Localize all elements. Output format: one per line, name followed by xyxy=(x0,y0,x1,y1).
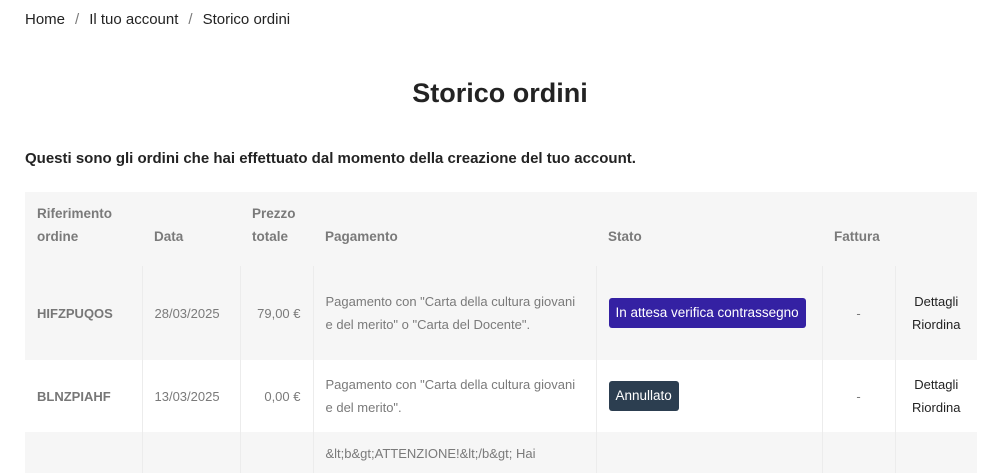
order-date: 13/03/2025 xyxy=(142,360,241,432)
order-reference: BLNZPIAHF xyxy=(25,360,143,432)
order-status-cell: In attesa verifica contrassegno xyxy=(596,266,823,360)
table-header: Riferimento ordine Data Prezzo totale Paga… xyxy=(25,192,977,266)
intro-text: Questi sono gli ordini che hai effettuat… xyxy=(25,150,636,167)
breadcrumb: Home / Il tuo account / Storico ordini xyxy=(25,11,290,28)
order-actions: Dettagli Riordina xyxy=(895,266,977,360)
order-price xyxy=(240,432,314,473)
header-actions xyxy=(895,192,977,266)
breadcrumb-current: Storico ordini xyxy=(202,11,291,28)
order-actions xyxy=(895,432,977,473)
order-payment: &lt;b&gt;ATTENZIONE!&lt;/b&gt; Hai xyxy=(313,432,597,473)
order-payment: Pagamento con "Carta della cultura giova… xyxy=(313,360,597,432)
breadcrumb-account[interactable]: Il tuo account xyxy=(89,11,178,28)
order-price: 79,00 € xyxy=(240,266,314,360)
order-actions: Dettagli Riordina xyxy=(895,360,977,432)
page-title: Storico ordini xyxy=(412,78,588,108)
order-reference: HIFZPUQOS xyxy=(25,266,143,360)
order-date xyxy=(142,432,241,473)
breadcrumb-separator: / xyxy=(188,11,193,28)
table-row: HIFZPUQOS 28/03/2025 79,00 € Pagamento c… xyxy=(25,266,977,360)
details-link[interactable]: Dettagli xyxy=(908,290,966,313)
orders-table: Riferimento ordine Data Prezzo totale Paga… xyxy=(25,192,977,473)
header-invoice: Fattura xyxy=(822,192,895,266)
status-badge: In attesa verifica contrassegno xyxy=(608,298,806,328)
header-payment: Pagamento xyxy=(313,192,596,266)
order-status-cell xyxy=(596,432,823,473)
order-reference xyxy=(25,432,143,473)
table-row: &lt;b&gt;ATTENZIONE!&lt;/b&gt; Hai xyxy=(25,432,977,473)
table-row: BLNZPIAHF 13/03/2025 0,00 € Pagamento co… xyxy=(25,360,977,432)
order-payment: Pagamento con "Carta della cultura giova… xyxy=(313,266,597,360)
order-price: 0,00 € xyxy=(240,360,314,432)
order-invoice: - xyxy=(822,266,896,360)
header-status: Stato xyxy=(596,192,822,266)
header-date: Data xyxy=(142,192,240,266)
details-link[interactable]: Dettagli xyxy=(908,373,966,396)
reorder-link[interactable]: Riordina xyxy=(908,313,966,336)
order-invoice: - xyxy=(822,360,896,432)
breadcrumb-home[interactable]: Home xyxy=(25,11,65,28)
order-status-cell: Annullato xyxy=(596,360,823,432)
order-invoice xyxy=(822,432,896,473)
breadcrumb-separator: / xyxy=(75,11,80,28)
order-date: 28/03/2025 xyxy=(142,266,241,360)
status-badge: Annullato xyxy=(608,381,679,411)
reorder-link[interactable]: Riordina xyxy=(908,396,966,419)
header-price: Prezzo totale xyxy=(240,192,313,266)
header-reference: Riferimento ordine xyxy=(25,192,142,266)
